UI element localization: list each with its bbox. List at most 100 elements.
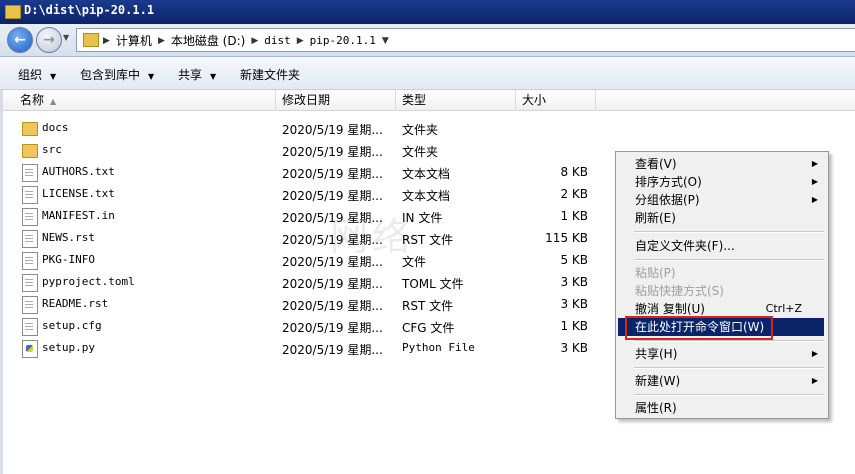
file-row[interactable]: README.rst 2020/5/19 星期... RST 文件 3 KB xyxy=(0,293,600,315)
file-name: README.rst xyxy=(42,297,109,310)
file-row[interactable]: pyproject.toml 2020/5/19 星期... TOML 文件 3… xyxy=(0,271,600,293)
forward-button[interactable]: → xyxy=(36,27,62,53)
menu-item-group-by[interactable]: 分组依据(P) ▶ xyxy=(618,191,824,209)
file-size: 1 KB xyxy=(560,209,588,223)
file-size: 3 KB xyxy=(560,275,588,289)
file-row[interactable]: AUTHORS.txt 2020/5/19 星期... 文本文档 8 KB xyxy=(0,161,600,183)
submenu-arrow-icon: ▶ xyxy=(811,159,818,168)
file-name: PKG-INFO xyxy=(42,253,95,266)
file-icon xyxy=(22,318,38,336)
folder-icon xyxy=(83,33,99,47)
chevron-down-icon: ▼ xyxy=(50,72,57,81)
submenu-arrow-icon: ▶ xyxy=(811,349,818,358)
chevron-right-icon[interactable]: ▶ xyxy=(158,36,165,46)
organize-menu[interactable]: 组织 ▼ xyxy=(18,66,56,83)
breadcrumb-pip[interactable]: pip-20.1.1 xyxy=(310,34,376,47)
window-title: D:\dist\pip-20.1.1 xyxy=(24,3,155,17)
file-size: 3 KB xyxy=(560,297,588,311)
menu-separator xyxy=(634,231,824,233)
file-type: CFG 文件 xyxy=(402,321,455,335)
submenu-arrow-icon: ▶ xyxy=(811,195,818,204)
chevron-right-icon[interactable]: ▶ xyxy=(251,36,258,46)
file-size: 2 KB xyxy=(560,187,588,201)
name-column-label: 名称 xyxy=(20,93,45,107)
file-row[interactable]: docs 2020/5/19 星期... 文件夹 xyxy=(0,117,600,139)
breadcrumb-local-disk[interactable]: 本地磁盘 (D:) xyxy=(171,32,245,49)
menu-separator xyxy=(634,367,824,369)
file-size: 1 KB xyxy=(560,319,588,333)
new-folder-button[interactable]: 新建文件夹 xyxy=(240,66,300,83)
menu-item-paste-shortcut[interactable]: 粘贴快捷方式(S) xyxy=(618,282,824,300)
file-date: 2020/5/19 星期... xyxy=(282,321,383,335)
file-row[interactable]: setup.py 2020/5/19 星期... Python File 3 K… xyxy=(0,337,600,359)
menu-label: 分组依据(P) xyxy=(635,193,700,207)
menu-label: 自定义文件夹(F)... xyxy=(635,239,735,253)
file-icon xyxy=(22,252,38,270)
file-type: 文件夹 xyxy=(402,145,439,159)
menu-separator xyxy=(634,394,824,396)
text-file-icon xyxy=(22,164,38,182)
date-column-header[interactable]: 修改日期 xyxy=(276,90,396,110)
file-row[interactable]: src 2020/5/19 星期... 文件夹 xyxy=(0,139,600,161)
breadcrumb-dist[interactable]: dist xyxy=(264,34,291,47)
menu-label: 属性(R) xyxy=(635,401,677,415)
chevron-right-icon[interactable]: ▶ xyxy=(103,36,110,46)
column-header: 名称 ▲ 修改日期 类型 大小 xyxy=(0,90,855,111)
type-column-header[interactable]: 类型 xyxy=(396,90,516,110)
file-size: 8 KB xyxy=(560,165,588,179)
address-bar[interactable]: ▶ 计算机 ▶ 本地磁盘 (D:) ▶ dist ▶ pip-20.1.1 ▼ xyxy=(76,28,855,52)
file-icon xyxy=(22,296,38,314)
chevron-down-icon: ▼ xyxy=(210,72,217,81)
file-name: pyproject.toml xyxy=(42,275,135,288)
share-menu[interactable]: 共享 ▼ xyxy=(178,66,216,83)
folder-icon xyxy=(5,5,21,19)
file-date: 2020/5/19 星期... xyxy=(282,189,383,203)
name-column-header[interactable]: 名称 ▲ xyxy=(0,90,276,110)
menu-item-refresh[interactable]: 刷新(E) xyxy=(618,209,824,227)
menu-item-share[interactable]: 共享(H) ▶ xyxy=(618,345,824,363)
file-size: 5 KB xyxy=(560,253,588,267)
menu-item-new[interactable]: 新建(W) ▶ xyxy=(618,372,824,390)
menu-item-customize-folder[interactable]: 自定义文件夹(F)... xyxy=(618,237,824,255)
menu-item-view[interactable]: 查看(V) ▶ xyxy=(618,155,824,173)
arrow-right-icon: → xyxy=(43,32,55,48)
file-name: NEWS.rst xyxy=(42,231,95,244)
file-row[interactable]: setup.cfg 2020/5/19 星期... CFG 文件 1 KB xyxy=(0,315,600,337)
menu-item-properties[interactable]: 属性(R) xyxy=(618,399,824,417)
menu-label: 新建(W) xyxy=(635,374,681,388)
file-row[interactable]: LICENSE.txt 2020/5/19 星期... 文本文档 2 KB xyxy=(0,183,600,205)
menu-separator xyxy=(634,340,824,342)
file-type: 文本文档 xyxy=(402,189,451,203)
file-type: 文本文档 xyxy=(402,167,451,181)
back-button[interactable]: ← xyxy=(7,27,33,53)
recent-pages-dropdown[interactable]: ▼ xyxy=(63,33,69,42)
folder-icon xyxy=(22,122,38,136)
address-bar-area: ← → ▼ ▶ 计算机 ▶ 本地磁盘 (D:) ▶ dist ▶ pip-20.… xyxy=(0,24,855,57)
size-column-header[interactable]: 大小 xyxy=(516,90,596,110)
menu-separator xyxy=(634,259,824,261)
submenu-arrow-icon: ▶ xyxy=(811,376,818,385)
chevron-right-icon[interactable]: ▶ xyxy=(297,36,304,46)
chevron-down-icon[interactable]: ▼ xyxy=(382,36,389,46)
menu-item-paste[interactable]: 粘贴(P) xyxy=(618,264,824,282)
menu-label: 共享(H) xyxy=(635,347,678,361)
menu-label: 粘贴(P) xyxy=(635,266,676,280)
file-row[interactable]: MANIFEST.in 2020/5/19 星期... IN 文件 1 KB xyxy=(0,205,600,227)
file-name: setup.py xyxy=(42,341,95,354)
breadcrumb-computer[interactable]: 计算机 xyxy=(116,32,152,49)
menu-item-sort-by[interactable]: 排序方式(O) ▶ xyxy=(618,173,824,191)
python-file-icon xyxy=(22,340,38,358)
file-date: 2020/5/19 星期... xyxy=(282,123,383,137)
breadcrumb: ▶ 计算机 ▶ 本地磁盘 (D:) ▶ dist ▶ pip-20.1.1 ▼ xyxy=(103,32,389,49)
include-in-library-menu[interactable]: 包含到库中 ▼ xyxy=(80,66,154,83)
include-library-label: 包含到库中 xyxy=(80,68,141,82)
organize-label: 组织 xyxy=(18,68,43,82)
menu-label: 排序方式(O) xyxy=(635,175,702,189)
file-row[interactable]: PKG-INFO 2020/5/19 星期... 文件 5 KB xyxy=(0,249,600,271)
file-size: 3 KB xyxy=(560,341,588,355)
file-row[interactable]: NEWS.rst 2020/5/19 星期... RST 文件 115 KB xyxy=(0,227,600,249)
menu-label: 粘贴快捷方式(S) xyxy=(635,284,724,298)
file-name: docs xyxy=(42,121,69,134)
sort-up-icon: ▲ xyxy=(50,97,57,106)
file-type: 文件夹 xyxy=(402,123,439,137)
